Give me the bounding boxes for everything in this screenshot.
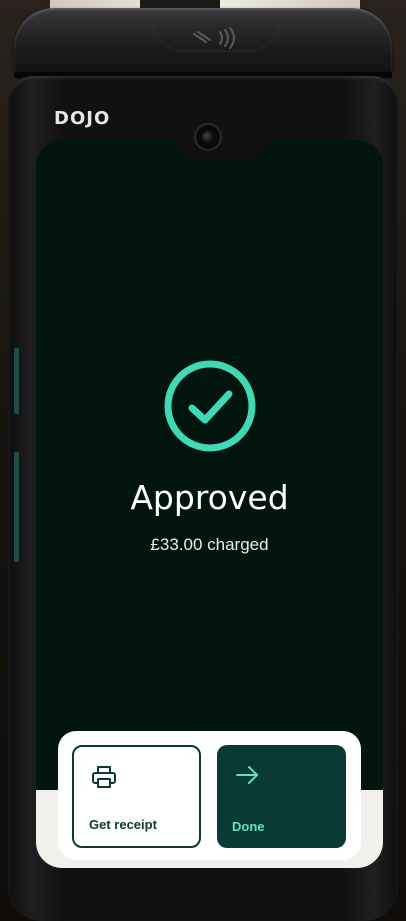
device-scene: DOJO Approved £33.00 charged Get receipt… <box>0 0 406 921</box>
get-receipt-button[interactable]: Get receipt <box>72 745 201 848</box>
charged-amount: £33.00 charged <box>150 535 269 554</box>
action-tray: Get receipt Done <box>58 731 361 860</box>
front-camera <box>196 125 220 149</box>
printer-icon <box>90 763 118 791</box>
done-label: Done <box>232 819 265 834</box>
success-check-icon <box>163 359 257 453</box>
status-title: Approved <box>130 478 289 517</box>
printer-head <box>14 8 392 78</box>
contactless-reader <box>154 22 278 52</box>
done-button[interactable]: Done <box>217 745 346 848</box>
contactless-icon <box>193 27 235 49</box>
side-button-lower[interactable] <box>14 452 19 562</box>
side-button-upper[interactable] <box>14 348 19 414</box>
screen-notch <box>174 140 266 160</box>
arrow-right-icon <box>233 761 261 789</box>
brand-logo: DOJO <box>54 108 111 129</box>
get-receipt-label: Get receipt <box>89 817 157 832</box>
